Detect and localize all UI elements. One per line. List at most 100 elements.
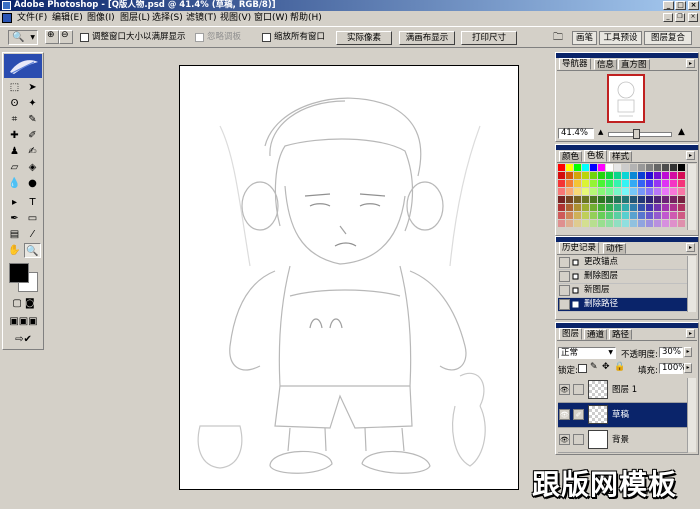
zoom-in-small-icon[interactable]: ▲ — [678, 127, 685, 137]
color-swatch[interactable] — [630, 172, 637, 179]
color-swatch[interactable] — [590, 212, 597, 219]
notes-tool-icon[interactable]: ▤ — [6, 227, 23, 242]
healing-brush-tool-icon[interactable]: ✚ — [6, 128, 23, 143]
brushes-well-tab[interactable]: 画笔 — [572, 31, 597, 45]
color-swatch[interactable] — [606, 212, 613, 219]
zoom-tool-icon[interactable]: 🔍 — [24, 243, 41, 258]
color-swatch[interactable] — [638, 188, 645, 195]
color-swatch[interactable] — [662, 172, 669, 179]
color-swatch[interactable] — [606, 196, 613, 203]
tab-navigator[interactable]: 导航器 — [559, 58, 591, 70]
color-swatch[interactable] — [558, 180, 565, 187]
tool-preset-picker[interactable]: 🔍 ▼ — [8, 30, 38, 45]
color-swatch[interactable] — [558, 204, 565, 211]
color-swatch[interactable] — [678, 220, 685, 227]
color-swatch[interactable] — [590, 220, 597, 227]
color-swatch[interactable] — [646, 164, 653, 171]
color-swatch[interactable] — [654, 180, 661, 187]
blend-mode-select[interactable]: 正常 ▼ — [558, 347, 616, 359]
history-scrollbar[interactable] — [687, 256, 696, 312]
color-swatch[interactable] — [574, 172, 581, 179]
tab-paths[interactable]: 路径 — [609, 329, 633, 340]
color-swatch[interactable] — [646, 180, 653, 187]
doc-close-button[interactable]: × — [688, 13, 698, 22]
color-swatch[interactable] — [630, 164, 637, 171]
color-swatch[interactable] — [598, 164, 605, 171]
zoom-all-checkbox[interactable] — [262, 33, 271, 42]
color-swatch[interactable] — [574, 196, 581, 203]
opacity-arrow-icon[interactable]: ▸ — [684, 347, 692, 357]
color-swatch[interactable] — [622, 220, 629, 227]
color-swatch[interactable] — [630, 188, 637, 195]
color-swatch[interactable] — [574, 212, 581, 219]
color-swatch[interactable] — [558, 164, 565, 171]
color-swatch[interactable] — [638, 220, 645, 227]
menu-layer[interactable]: 图层(L) — [120, 12, 150, 24]
history-item[interactable]: 更改锚点 — [558, 256, 688, 270]
color-swatch[interactable] — [574, 180, 581, 187]
color-swatch[interactable] — [646, 212, 653, 219]
color-swatch[interactable] — [638, 164, 645, 171]
color-swatch[interactable] — [670, 212, 677, 219]
tab-layers[interactable]: 图层 — [559, 328, 583, 340]
type-tool-icon[interactable]: T — [24, 195, 41, 210]
color-swatch[interactable] — [558, 220, 565, 227]
color-swatch[interactable] — [678, 212, 685, 219]
color-swatch[interactable] — [638, 196, 645, 203]
menu-image[interactable]: 图像(I) — [87, 12, 115, 24]
color-swatch[interactable] — [614, 196, 621, 203]
color-swatch[interactable] — [638, 180, 645, 187]
color-swatch[interactable] — [622, 188, 629, 195]
document-canvas[interactable] — [179, 65, 519, 490]
color-swatch[interactable] — [622, 172, 629, 179]
color-swatch[interactable] — [654, 204, 661, 211]
foreground-color-swatch[interactable] — [9, 263, 29, 283]
color-swatch[interactable] — [646, 172, 653, 179]
color-swatch[interactable] — [606, 188, 613, 195]
fill-arrow-icon[interactable]: ▸ — [684, 363, 692, 373]
color-swatch[interactable] — [614, 164, 621, 171]
eye-icon[interactable]: 👁 — [559, 409, 570, 420]
color-swatch[interactable] — [606, 180, 613, 187]
color-swatch[interactable] — [590, 164, 597, 171]
color-swatch[interactable] — [582, 204, 589, 211]
color-swatch[interactable] — [654, 196, 661, 203]
color-swatch[interactable] — [654, 212, 661, 219]
navigator-zoom-field[interactable]: 41.4% — [558, 128, 594, 139]
color-swatch[interactable] — [614, 204, 621, 211]
color-swatch[interactable] — [582, 212, 589, 219]
close-button[interactable]: × — [688, 1, 699, 10]
history-source-toggle[interactable] — [559, 271, 570, 282]
history-item[interactable]: 删除图层 — [558, 270, 688, 284]
layer-link-toggle[interactable] — [573, 434, 584, 445]
color-swatch[interactable] — [662, 204, 669, 211]
color-swatch[interactable] — [678, 164, 685, 171]
eyedropper-tool-icon[interactable]: ⁄ — [24, 227, 41, 242]
color-swatch[interactable] — [670, 188, 677, 195]
color-swatch[interactable] — [574, 204, 581, 211]
menu-view[interactable]: 视图(V) — [220, 12, 251, 24]
color-swatch[interactable] — [630, 180, 637, 187]
doc-minimize-button[interactable]: _ — [663, 13, 673, 22]
color-swatch[interactable] — [622, 212, 629, 219]
tab-styles[interactable]: 样式 — [609, 151, 633, 162]
print-size-button[interactable]: 打印尺寸 — [461, 31, 517, 45]
color-swatch[interactable] — [622, 180, 629, 187]
layer-link-toggle[interactable] — [573, 384, 584, 395]
color-swatch[interactable] — [622, 204, 629, 211]
tab-color[interactable]: 颜色 — [559, 151, 583, 162]
color-swatch[interactable] — [590, 172, 597, 179]
actual-pixels-button[interactable]: 实际像素 — [336, 31, 392, 45]
color-swatch[interactable] — [662, 188, 669, 195]
color-swatch[interactable] — [646, 204, 653, 211]
layer-row[interactable]: 👁 图层 1 — [558, 378, 688, 403]
color-swatch[interactable] — [630, 212, 637, 219]
color-swatch[interactable] — [678, 204, 685, 211]
color-swatch[interactable] — [662, 180, 669, 187]
color-swatch[interactable] — [630, 196, 637, 203]
color-swatch[interactable] — [606, 164, 613, 171]
paint-bucket-tool-icon[interactable]: ◈ — [24, 160, 41, 175]
color-swatch[interactable] — [590, 188, 597, 195]
color-swatch[interactable] — [670, 172, 677, 179]
lock-all-icon[interactable]: 🔒 — [614, 362, 625, 372]
